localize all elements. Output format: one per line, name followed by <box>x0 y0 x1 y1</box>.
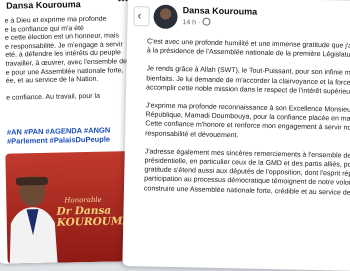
left-post-author[interactable]: Dansa Kourouma <box>6 0 81 11</box>
avatar[interactable] <box>153 4 178 30</box>
right-post-text: C'est avec une profonde humilité et une … <box>144 37 350 198</box>
left-post-header: Dansa Kourouma ••• <box>6 0 134 16</box>
hashtags: #AN #PAN #AGENDA #ANGN #Parlement #Palai… <box>7 125 135 146</box>
more-options-icon[interactable]: ••• <box>118 0 129 6</box>
left-post-card: Dansa Kourouma ••• e à Dieu et exprime m… <box>0 0 143 264</box>
post-image-poster[interactable]: Honorable Dr Dansa KOUROUMA <box>5 150 140 264</box>
portrait-figure <box>9 176 58 264</box>
left-post-text: e à Dieu et exprime ma profonde e la con… <box>4 15 134 104</box>
poster-honorable-text: Honorable <box>64 195 102 205</box>
hashtag-line[interactable]: #Parlement #PalaisDuPeuple <box>7 134 135 146</box>
left-post-line: e confiance. Au travail, pour la <box>6 93 101 103</box>
poster-name-text: Dr Dansa KOUROUMA <box>56 205 130 229</box>
globe-icon <box>202 17 211 26</box>
post-time: 14 h · <box>182 19 201 27</box>
right-post-card: ‹ Dansa Kourouma 14 h · C'est avec une p… <box>122 0 350 271</box>
chevron-left-icon: ‹ <box>137 8 142 23</box>
post-timestamp[interactable]: 14 h · <box>182 17 211 27</box>
back-button[interactable]: ‹ <box>133 6 150 27</box>
right-post-author[interactable]: Dansa Kourouma <box>183 5 258 17</box>
poster-last-name: KOUROUMA <box>56 215 131 229</box>
